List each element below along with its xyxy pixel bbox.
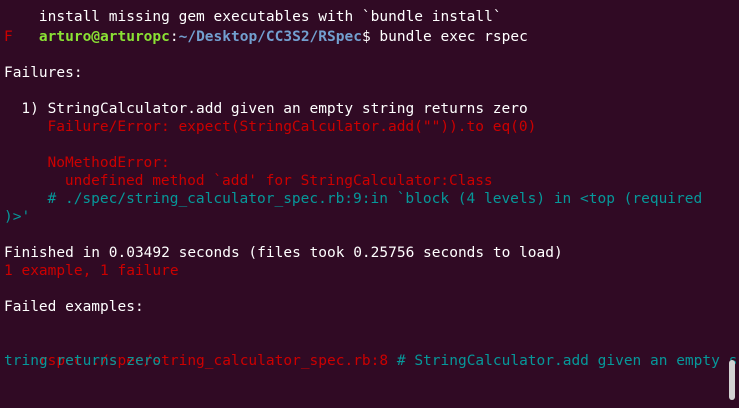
prompt-separator: :	[169, 29, 179, 45]
prompt-path: ~/Desktop/CC3S2/RSpec	[178, 29, 362, 45]
failed-example-line: rspec ./spec/string_calculator_spec.rb:8…	[4, 334, 737, 369]
terminal-line-cut: install missing gem executables with `bu…	[4, 0, 502, 25]
terminal-window[interactable]: install missing gem executables with `bu…	[0, 0, 739, 408]
backtrace-line: # ./spec/string_calculator_spec.rb:9:in …	[47, 191, 703, 207]
finished-line: Finished in 0.03492 seconds (files took …	[4, 245, 563, 261]
failures-heading: Failures:	[4, 65, 83, 81]
summary-line: 1 example, 1 failure	[4, 263, 179, 279]
failure-error-line: Failure/Error: expect(StringCalculator.a…	[47, 119, 537, 135]
failed-example-description: # StringCalculator.add given an empty s	[388, 353, 738, 369]
failure-title: 1) StringCalculator.add given an empty s…	[21, 101, 528, 117]
failed-examples-heading: Failed examples:	[4, 299, 144, 315]
command-prompt-line-2: arturo@arturopc:~/Desktop/CC3S2/RSpec$	[4, 388, 387, 406]
rspec-progress: F	[4, 29, 13, 45]
prompt-symbol: $	[361, 29, 380, 45]
scrollbar-thumb[interactable]	[729, 360, 735, 400]
command-prompt-line: arturo@arturopc:~/Desktop/CC3S2/RSpec$ b…	[4, 10, 528, 45]
exception-message: undefined method `add' for StringCalcula…	[64, 173, 493, 189]
prompt-user: arturo@arturopc	[38, 29, 170, 45]
exception-name: NoMethodError:	[47, 155, 170, 171]
backtrace-line-wrap: )>'	[4, 209, 31, 225]
scrollbar[interactable]	[727, 0, 739, 408]
command-text: bundle exec rspec	[379, 29, 528, 45]
failed-example-description-wrap: tring returns zero	[4, 353, 162, 369]
